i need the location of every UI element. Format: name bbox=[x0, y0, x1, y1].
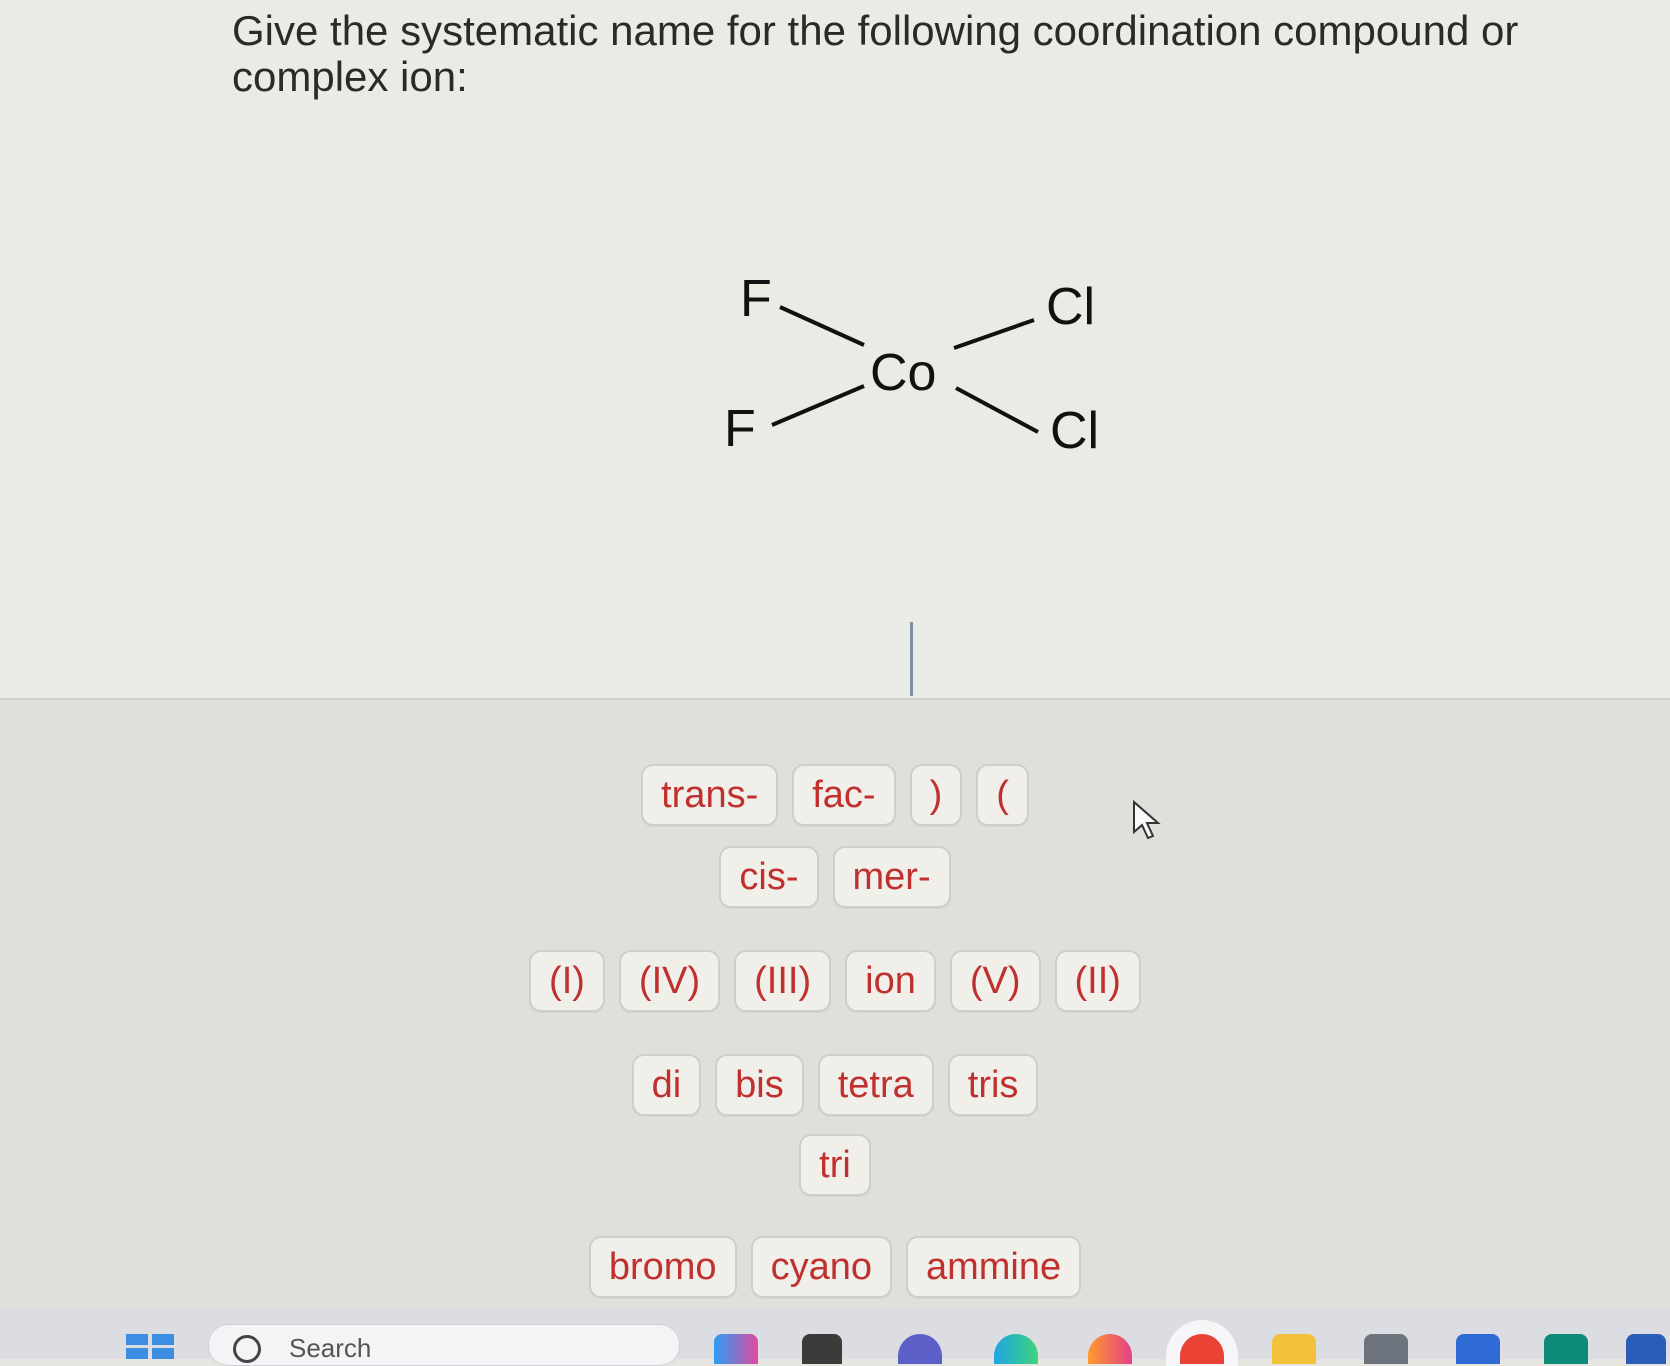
ligand-cl-top: Cl bbox=[1046, 278, 1095, 336]
tile-cyano[interactable]: cyano bbox=[750, 1236, 892, 1298]
word-icon[interactable] bbox=[1626, 1334, 1666, 1364]
tile-cis[interactable]: cis- bbox=[719, 846, 819, 908]
tile-bromo[interactable]: bromo bbox=[588, 1236, 737, 1298]
answer-tile-bank: trans- fac- ) ( cis- mer- (I) (IV) (III)… bbox=[0, 700, 1670, 1308]
molecule-structure: F F Co Cl Cl bbox=[724, 270, 1099, 460]
taskbar: Search bbox=[0, 1308, 1670, 1366]
tile-row-ligand: bromo cyano ammine bbox=[0, 1236, 1670, 1298]
todo-icon[interactable] bbox=[1456, 1334, 1500, 1364]
tile-open-paren[interactable]: ( bbox=[976, 764, 1029, 826]
camera-icon[interactable] bbox=[1364, 1334, 1408, 1364]
file-explorer-icon[interactable] bbox=[1272, 1334, 1316, 1364]
tile-tris[interactable]: tris bbox=[947, 1054, 1039, 1116]
tile-ox-ii[interactable]: (II) bbox=[1054, 950, 1141, 1012]
copilot-icon[interactable] bbox=[714, 1334, 758, 1364]
central-atom: Co bbox=[870, 344, 936, 402]
ligand-cl-bottom: Cl bbox=[1050, 402, 1099, 460]
tile-tetra[interactable]: tetra bbox=[817, 1054, 934, 1116]
tile-ox-iii[interactable]: (III) bbox=[734, 950, 832, 1012]
question-prompt: Give the systematic name for the followi… bbox=[232, 7, 1519, 100]
tile-ox-i[interactable]: (I) bbox=[529, 950, 605, 1012]
windows-start-icon[interactable] bbox=[126, 1334, 174, 1359]
publisher-icon[interactable] bbox=[1544, 1334, 1588, 1364]
bond-cl-top bbox=[953, 318, 1035, 350]
tile-ox-iv[interactable]: (IV) bbox=[618, 950, 721, 1012]
tile-trans[interactable]: trans- bbox=[641, 764, 779, 826]
tile-fac[interactable]: fac- bbox=[792, 764, 896, 826]
tile-ammine[interactable]: ammine bbox=[905, 1236, 1082, 1298]
task-view-icon[interactable] bbox=[802, 1334, 842, 1364]
bond-f-top bbox=[779, 305, 865, 347]
tile-mer[interactable]: mer- bbox=[832, 846, 951, 908]
mouse-pointer-icon bbox=[1133, 800, 1161, 840]
teams-icon[interactable] bbox=[898, 1334, 942, 1364]
bond-f-bottom bbox=[771, 384, 865, 427]
edge-icon[interactable] bbox=[994, 1334, 1038, 1364]
tile-row-isomer: trans- fac- ) ( bbox=[0, 764, 1670, 826]
chrome-icon[interactable] bbox=[1180, 1334, 1224, 1364]
tile-ox-v[interactable]: (V) bbox=[949, 950, 1041, 1012]
tile-ion[interactable]: ion bbox=[845, 950, 936, 1012]
bond-cl-bottom bbox=[955, 386, 1039, 434]
answer-drop-zone-caret[interactable] bbox=[910, 622, 913, 696]
tile-tri[interactable]: tri bbox=[799, 1134, 871, 1196]
tile-row-prefix: di bis tetra tris bbox=[0, 1054, 1670, 1116]
ligand-f-top: F bbox=[740, 270, 772, 328]
taskbar-search-box[interactable]: Search bbox=[208, 1324, 680, 1366]
tile-close-paren[interactable]: ) bbox=[909, 764, 963, 826]
firefox-icon[interactable] bbox=[1088, 1334, 1132, 1364]
tile-row-isomer-2: cis- mer- bbox=[0, 846, 1670, 908]
tile-bis[interactable]: bis bbox=[715, 1054, 804, 1116]
search-label: Search bbox=[289, 1333, 372, 1363]
tile-di[interactable]: di bbox=[631, 1054, 702, 1116]
tile-row-oxidation: (I) (IV) (III) ion (V) (II) bbox=[0, 950, 1670, 1012]
ligand-f-bottom: F bbox=[724, 400, 756, 458]
tile-row-prefix-2: tri bbox=[0, 1134, 1670, 1196]
question-panel: Give the systematic name for the followi… bbox=[0, 0, 1670, 700]
